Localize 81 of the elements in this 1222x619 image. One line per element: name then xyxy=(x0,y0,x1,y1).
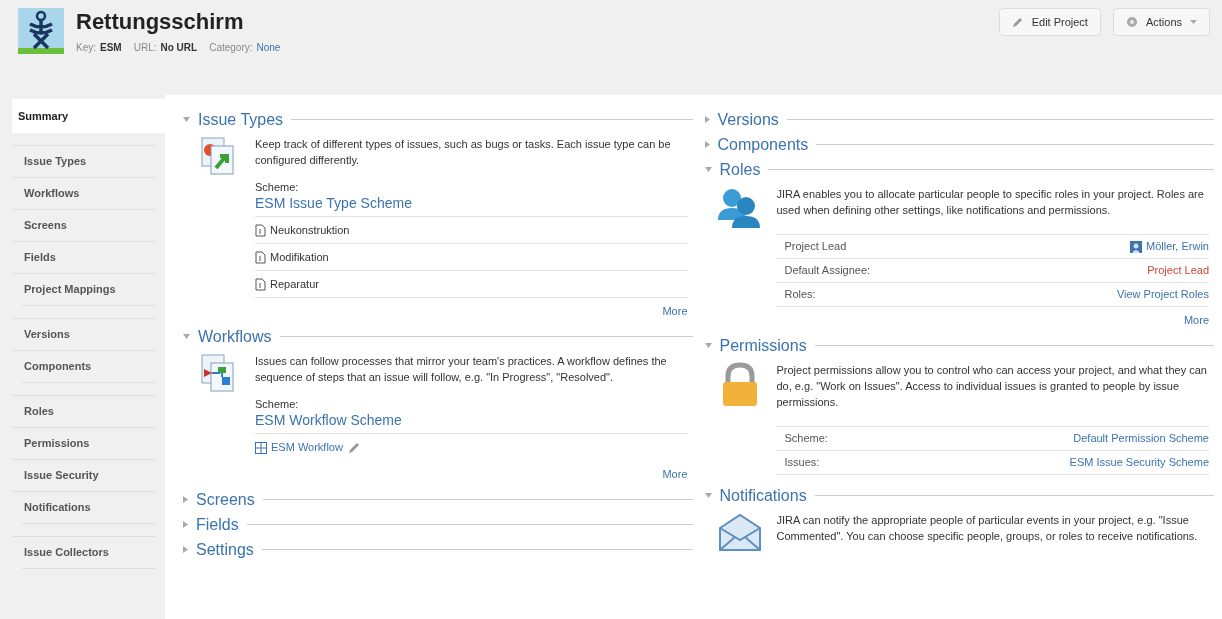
documents-icon xyxy=(200,136,236,176)
workflow-link[interactable]: ESM Workflow xyxy=(271,439,343,456)
collapse-icon[interactable] xyxy=(704,167,712,172)
meta-label: Key: xyxy=(76,41,96,55)
sidebar-item[interactable]: Issue Security xyxy=(12,459,155,491)
edit-project-button[interactable]: Edit Project xyxy=(998,8,1101,36)
sidebar-item[interactable]: Notifications xyxy=(12,491,155,523)
project-logo xyxy=(18,8,64,54)
section-description: Project permissions allow you to control who can access your project, and what they can do, e.g. "Work on Issues". Access to individual issues is granted to people by issue permissions. xyxy=(776,363,1208,410)
actions-button[interactable]: Actions xyxy=(1112,8,1210,36)
expand-icon[interactable] xyxy=(704,141,710,148)
scheme-label: Scheme: xyxy=(255,180,300,194)
sidebar-item[interactable]: Roles xyxy=(12,395,155,427)
sidebar-item[interactable]: Project Mappings xyxy=(12,273,155,305)
expand-icon[interactable] xyxy=(183,496,188,503)
row-link[interactable]: View Project Roles xyxy=(1116,286,1209,303)
issue-type-name: Reparatur xyxy=(270,276,319,292)
sidebar-item[interactable]: Permissions xyxy=(12,427,155,459)
row-label: Roles: xyxy=(784,287,816,303)
sidebar-item[interactable]: Issue Types xyxy=(12,145,155,177)
expand-icon[interactable] xyxy=(183,521,188,528)
issue-type-name: Neukonstruktion xyxy=(270,222,350,238)
more-link[interactable]: More xyxy=(1183,311,1209,329)
section-title[interactable]: Settings xyxy=(196,541,254,558)
row-link[interactable]: Default Permission Scheme xyxy=(1073,430,1209,447)
workflow-grid-icon xyxy=(255,441,267,454)
meta-label: Category: xyxy=(209,41,253,55)
expand-icon[interactable] xyxy=(704,116,710,123)
pencil-icon[interactable] xyxy=(346,440,361,455)
row-label: Project Lead xyxy=(784,239,847,255)
scheme-link[interactable]: ESM Workflow Scheme xyxy=(255,411,688,434)
collapse-icon[interactable] xyxy=(183,117,190,122)
scheme-label: Scheme: xyxy=(255,397,300,411)
workflow-icon xyxy=(200,353,236,393)
row-label: Default Assignee: xyxy=(784,263,871,279)
envelope-icon xyxy=(716,512,763,552)
scheme-link[interactable]: ESM Issue Type Scheme xyxy=(255,194,688,217)
sidebar-item[interactable]: Versions xyxy=(12,318,155,350)
sidebar-item[interactable]: Screens xyxy=(12,209,155,241)
project-title: Rettungsschirm xyxy=(76,8,245,36)
issue-type-name: Modifikation xyxy=(270,249,329,265)
user-link[interactable]: Möller, Erwin xyxy=(1146,238,1209,255)
more-link[interactable]: More xyxy=(662,302,688,320)
meta-value: ESM xyxy=(100,41,122,55)
document-icon xyxy=(255,277,266,291)
row-label: Issues: xyxy=(784,455,820,471)
collapse-icon[interactable] xyxy=(183,334,190,339)
collapse-icon[interactable] xyxy=(704,343,712,348)
sidebar-item[interactable]: Components xyxy=(12,350,155,382)
sidebar-item[interactable]: Summary xyxy=(12,99,165,133)
avatar-icon xyxy=(1130,240,1143,253)
section-description: JIRA enables you to allocate particular people to specific roles in your project. Roles are used when defining other settings, like notifications and permissions. xyxy=(776,187,1205,218)
meta-value: No URL xyxy=(160,41,198,55)
section-title[interactable]: Fields xyxy=(196,516,239,533)
section-title[interactable]: Components xyxy=(717,136,809,153)
meta-label: URL: xyxy=(133,41,157,55)
collapse-icon[interactable] xyxy=(704,493,712,498)
sidebar-item[interactable]: Workflows xyxy=(12,177,155,209)
pencil-icon xyxy=(1011,16,1024,28)
section-description: Issues can follow processes that mirror your team's practices. A workflow defines the sequence of steps that an issue will follow, e.g. "In Progress", "Resolved". xyxy=(255,354,668,385)
section-description: JIRA can notify the appropriate people of particular events in your project, e.g. "Issue Commented". You can choose specific people, groups, or roles to receive notifications. xyxy=(776,513,1199,544)
section-title[interactable]: Screens xyxy=(196,491,255,508)
row-value: Project Lead xyxy=(1147,263,1209,279)
section-title[interactable]: Versions xyxy=(717,111,779,128)
section-title[interactable]: Issue Types xyxy=(198,111,284,128)
category-link[interactable]: None xyxy=(256,40,281,55)
expand-icon[interactable] xyxy=(183,546,188,553)
section-title[interactable]: Notifications xyxy=(719,487,807,504)
sidebar-item[interactable]: Issue Collectors xyxy=(12,536,155,568)
more-link[interactable]: More xyxy=(662,465,688,483)
row-link[interactable]: ESM Issue Security Scheme xyxy=(1069,454,1209,471)
section-title[interactable]: Roles xyxy=(719,161,761,178)
row-label: Scheme: xyxy=(784,431,828,447)
section-description: Keep track of different types of issues, such as bugs or tasks. Each issue type can be configured differently. xyxy=(255,137,672,168)
document-icon xyxy=(255,250,266,264)
section-title[interactable]: Permissions xyxy=(719,337,807,354)
caret-icon xyxy=(1190,20,1197,24)
sidebar-item[interactable]: Fields xyxy=(12,241,155,273)
document-icon xyxy=(255,223,266,237)
gear-icon xyxy=(1125,16,1138,28)
section-title[interactable]: Workflows xyxy=(198,328,272,345)
